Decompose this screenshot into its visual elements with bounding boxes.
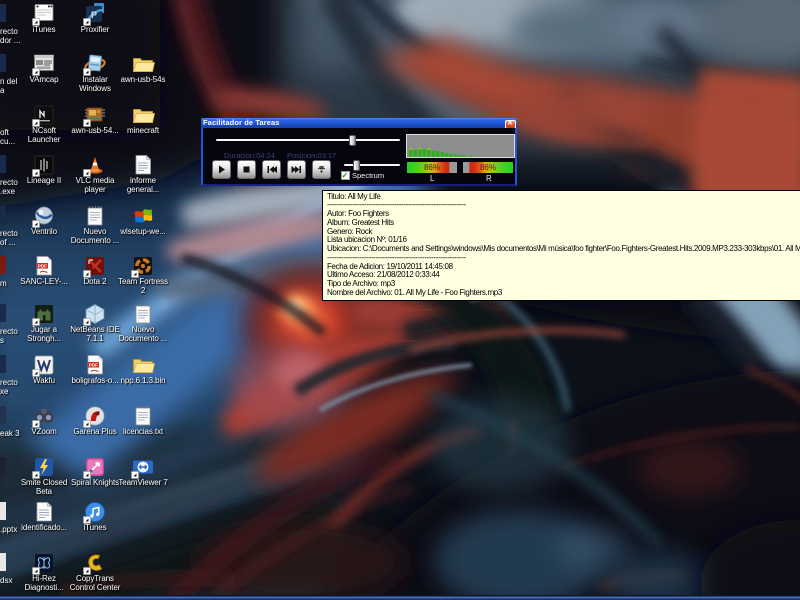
svg-text:PDF: PDF xyxy=(38,264,47,269)
svg-text:PDF: PDF xyxy=(89,363,98,368)
svg-text:P: P xyxy=(91,10,97,20)
